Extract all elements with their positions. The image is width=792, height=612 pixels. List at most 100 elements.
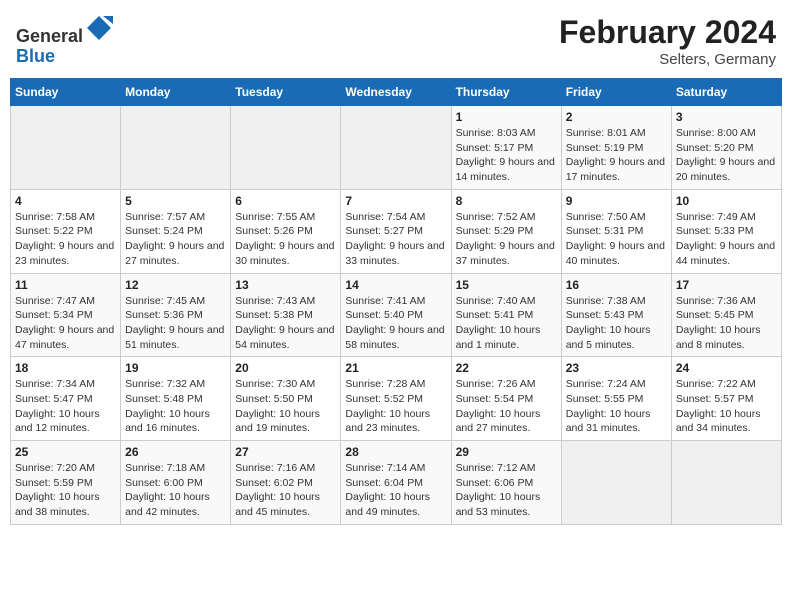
- day-number: 27: [235, 445, 336, 459]
- calendar-cell: 27Sunrise: 7:16 AM Sunset: 6:02 PM Dayli…: [231, 441, 341, 525]
- calendar-cell: [11, 106, 121, 190]
- calendar-cell: [121, 106, 231, 190]
- calendar-week-row: 25 Sunrise: 7:20 AM Sunset: 5:59 PM Dayli…: [11, 441, 782, 525]
- day-number: 2: [566, 110, 667, 124]
- day-info: Sunrise: 7:43 AM Sunset: 5:38 PM Dayligh…: [235, 294, 336, 353]
- calendar-cell: 29 Sunrise: 7:12 AM Sunset: 6:06 PM Dayli…: [451, 441, 561, 525]
- day-info: Sunrise: 7:58 AM Sunset: 5:22 PM Dayligh…: [15, 210, 116, 269]
- day-info: Sunrise: 8:00 AM Sunset: 5:20 PM Dayligh…: [676, 126, 777, 185]
- calendar-cell: 15Sunrise: 7:40 AM Sunset: 5:41 PM Dayli…: [451, 273, 561, 357]
- logo: General Blue: [16, 14, 113, 67]
- calendar-cell: 14 Sunrise: 7:41 AM Sunset: 5:40 PM Dayli…: [341, 273, 451, 357]
- day-info: Sunrise: 7:49 AM Sunset: 5:33 PM Dayligh…: [676, 210, 777, 269]
- calendar-cell: 11 Sunrise: 7:47 AM Sunset: 5:34 PM Dayli…: [11, 273, 121, 357]
- calendar-table: SundayMondayTuesdayWednesdayThursdayFrid…: [10, 78, 782, 525]
- calendar-week-row: 1 Sunrise: 8:03 AM Sunset: 5:17 PM Daylig…: [11, 106, 782, 190]
- day-number: 1: [456, 110, 557, 124]
- day-info: Sunrise: 8:01 AM Sunset: 5:19 PM Dayligh…: [566, 126, 667, 185]
- calendar-cell: 25 Sunrise: 7:20 AM Sunset: 5:59 PM Dayli…: [11, 441, 121, 525]
- calendar-cell: 16 Sunrise: 7:38 AM Sunset: 5:43 PM Dayli…: [561, 273, 671, 357]
- day-number: 23: [566, 361, 667, 375]
- day-number: 3: [676, 110, 777, 124]
- calendar-cell: 24Sunrise: 7:22 AM Sunset: 5:57 PM Dayli…: [671, 357, 781, 441]
- weekday-header: Monday: [121, 79, 231, 106]
- day-number: 15: [456, 278, 557, 292]
- day-info: Sunrise: 7:24 AM Sunset: 5:55 PM Dayligh…: [566, 377, 667, 436]
- page-subtitle: Selters, Germany: [559, 51, 776, 68]
- day-number: 9: [566, 194, 667, 208]
- day-number: 16: [566, 278, 667, 292]
- day-info: Sunrise: 7:12 AM Sunset: 6:06 PM Dayligh…: [456, 461, 557, 520]
- day-info: Sunrise: 7:57 AM Sunset: 5:24 PM Dayligh…: [125, 210, 226, 269]
- day-number: 22: [456, 361, 557, 375]
- day-number: 14: [345, 278, 446, 292]
- day-number: 8: [456, 194, 557, 208]
- logo-blue-text: Blue: [16, 46, 55, 66]
- day-number: 21: [345, 361, 446, 375]
- day-info: Sunrise: 7:36 AM Sunset: 5:45 PM Dayligh…: [676, 294, 777, 353]
- day-info: Sunrise: 7:34 AM Sunset: 5:47 PM Dayligh…: [15, 377, 116, 436]
- calendar-cell: [671, 441, 781, 525]
- day-info: Sunrise: 7:50 AM Sunset: 5:31 PM Dayligh…: [566, 210, 667, 269]
- day-info: Sunrise: 7:45 AM Sunset: 5:36 PM Dayligh…: [125, 294, 226, 353]
- day-number: 29: [456, 445, 557, 459]
- calendar-cell: 17 Sunrise: 7:36 AM Sunset: 5:45 PM Dayli…: [671, 273, 781, 357]
- calendar-cell: 8 Sunrise: 7:52 AM Sunset: 5:29 PM Daylig…: [451, 189, 561, 273]
- day-info: Sunrise: 7:26 AM Sunset: 5:54 PM Dayligh…: [456, 377, 557, 436]
- calendar-cell: [341, 106, 451, 190]
- calendar-header: SundayMondayTuesdayWednesdayThursdayFrid…: [11, 79, 782, 106]
- calendar-cell: 12 Sunrise: 7:45 AM Sunset: 5:36 PM Dayli…: [121, 273, 231, 357]
- day-number: 5: [125, 194, 226, 208]
- calendar-week-row: 18Sunrise: 7:34 AM Sunset: 5:47 PM Dayli…: [11, 357, 782, 441]
- logo-icon: [85, 14, 113, 42]
- calendar-body: 1 Sunrise: 8:03 AM Sunset: 5:17 PM Daylig…: [11, 106, 782, 525]
- calendar-cell: 22 Sunrise: 7:26 AM Sunset: 5:54 PM Dayli…: [451, 357, 561, 441]
- calendar-cell: 28 Sunrise: 7:14 AM Sunset: 6:04 PM Dayli…: [341, 441, 451, 525]
- day-info: Sunrise: 7:38 AM Sunset: 5:43 PM Dayligh…: [566, 294, 667, 353]
- day-number: 28: [345, 445, 446, 459]
- calendar-cell: 26 Sunrise: 7:18 AM Sunset: 6:00 PM Dayli…: [121, 441, 231, 525]
- day-number: 19: [125, 361, 226, 375]
- weekday-header: Tuesday: [231, 79, 341, 106]
- day-number: 11: [15, 278, 116, 292]
- page-header: General Blue February 2024 Selters, Germ…: [10, 10, 782, 72]
- day-info: Sunrise: 8:03 AM Sunset: 5:17 PM Dayligh…: [456, 126, 557, 185]
- calendar-cell: 20 Sunrise: 7:30 AM Sunset: 5:50 PM Dayli…: [231, 357, 341, 441]
- day-number: 6: [235, 194, 336, 208]
- calendar-cell: 19 Sunrise: 7:32 AM Sunset: 5:48 PM Dayli…: [121, 357, 231, 441]
- day-info: Sunrise: 7:30 AM Sunset: 5:50 PM Dayligh…: [235, 377, 336, 436]
- weekday-header: Saturday: [671, 79, 781, 106]
- day-info: Sunrise: 7:52 AM Sunset: 5:29 PM Dayligh…: [456, 210, 557, 269]
- logo-general-text: General: [16, 26, 83, 46]
- calendar-cell: [231, 106, 341, 190]
- day-info: Sunrise: 7:18 AM Sunset: 6:00 PM Dayligh…: [125, 461, 226, 520]
- day-number: 13: [235, 278, 336, 292]
- day-number: 26: [125, 445, 226, 459]
- day-info: Sunrise: 7:47 AM Sunset: 5:34 PM Dayligh…: [15, 294, 116, 353]
- calendar-cell: 5 Sunrise: 7:57 AM Sunset: 5:24 PM Daylig…: [121, 189, 231, 273]
- calendar-cell: 4Sunrise: 7:58 AM Sunset: 5:22 PM Daylig…: [11, 189, 121, 273]
- day-info: Sunrise: 7:14 AM Sunset: 6:04 PM Dayligh…: [345, 461, 446, 520]
- day-info: Sunrise: 7:22 AM Sunset: 5:57 PM Dayligh…: [676, 377, 777, 436]
- weekday-header: Thursday: [451, 79, 561, 106]
- calendar-cell: 18Sunrise: 7:34 AM Sunset: 5:47 PM Dayli…: [11, 357, 121, 441]
- calendar-cell: 10Sunrise: 7:49 AM Sunset: 5:33 PM Dayli…: [671, 189, 781, 273]
- calendar-cell: 21Sunrise: 7:28 AM Sunset: 5:52 PM Dayli…: [341, 357, 451, 441]
- day-info: Sunrise: 7:54 AM Sunset: 5:27 PM Dayligh…: [345, 210, 446, 269]
- calendar-cell: 9 Sunrise: 7:50 AM Sunset: 5:31 PM Daylig…: [561, 189, 671, 273]
- calendar-week-row: 4Sunrise: 7:58 AM Sunset: 5:22 PM Daylig…: [11, 189, 782, 273]
- day-info: Sunrise: 7:20 AM Sunset: 5:59 PM Dayligh…: [15, 461, 116, 520]
- day-info: Sunrise: 7:55 AM Sunset: 5:26 PM Dayligh…: [235, 210, 336, 269]
- calendar-cell: 23 Sunrise: 7:24 AM Sunset: 5:55 PM Dayli…: [561, 357, 671, 441]
- title-block: February 2024 Selters, Germany: [559, 14, 776, 68]
- day-number: 25: [15, 445, 116, 459]
- weekday-header: Wednesday: [341, 79, 451, 106]
- calendar-cell: 13 Sunrise: 7:43 AM Sunset: 5:38 PM Dayli…: [231, 273, 341, 357]
- day-number: 12: [125, 278, 226, 292]
- day-info: Sunrise: 7:32 AM Sunset: 5:48 PM Dayligh…: [125, 377, 226, 436]
- day-number: 17: [676, 278, 777, 292]
- day-number: 20: [235, 361, 336, 375]
- calendar-cell: 7Sunrise: 7:54 AM Sunset: 5:27 PM Daylig…: [341, 189, 451, 273]
- calendar-cell: 1 Sunrise: 8:03 AM Sunset: 5:17 PM Daylig…: [451, 106, 561, 190]
- day-info: Sunrise: 7:41 AM Sunset: 5:40 PM Dayligh…: [345, 294, 446, 353]
